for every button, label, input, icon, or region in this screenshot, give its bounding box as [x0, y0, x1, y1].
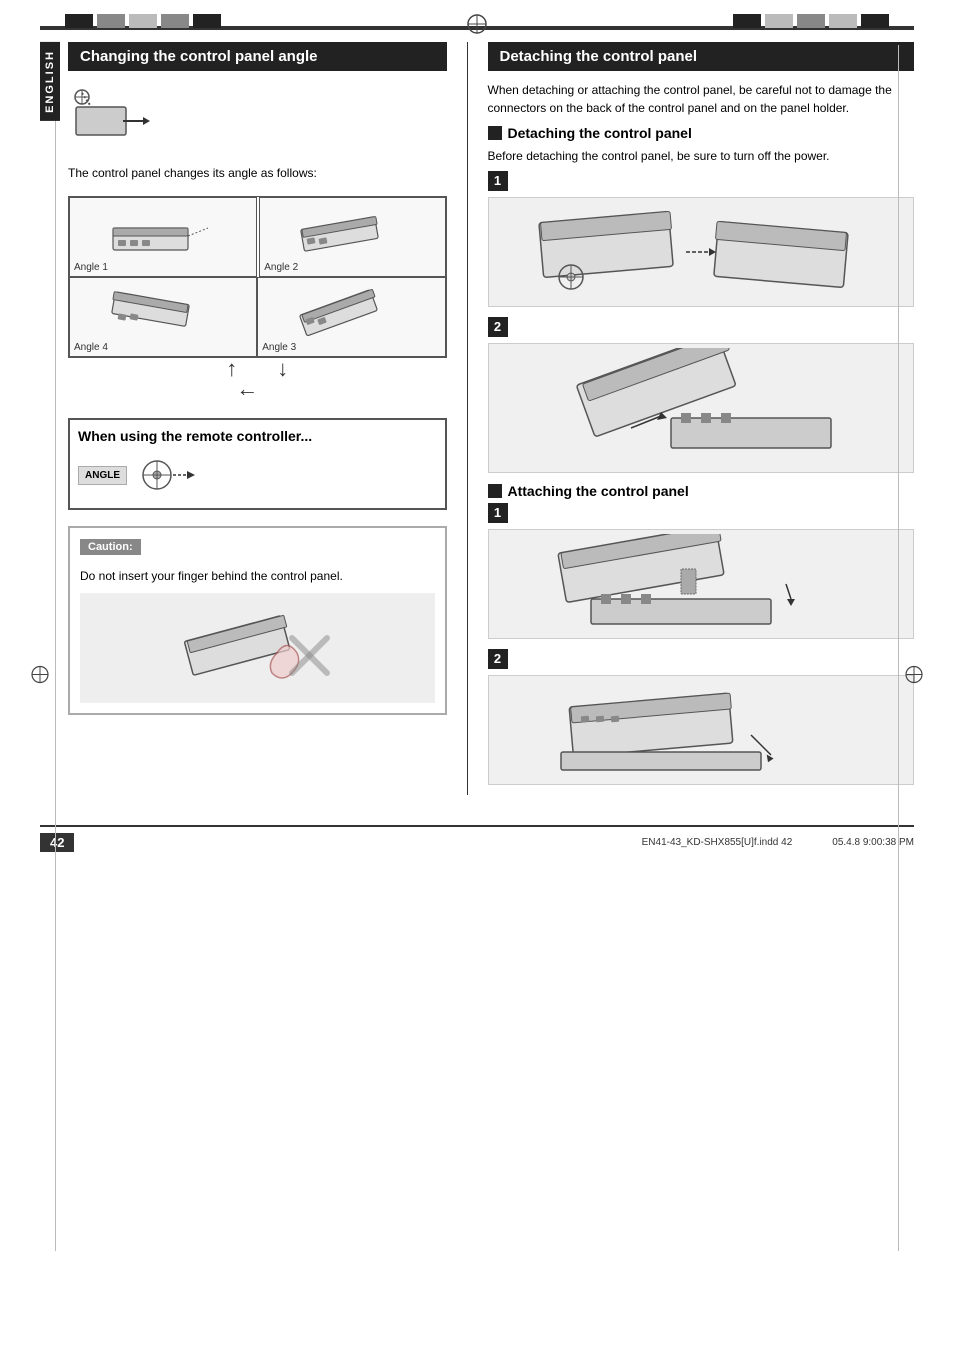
left-column: Changing the control panel angle The [68, 42, 467, 795]
detach-title-text: Detaching the control panel [508, 125, 692, 141]
remote-box-title: When using the remote controller... [78, 428, 437, 444]
right-column: Detaching the control panel When detachi… [467, 42, 915, 795]
detach-title-square [488, 126, 502, 140]
angle-2-inner: Angle 2 [259, 197, 445, 277]
angle-intro-text: The control panel changes its angle as f… [68, 164, 447, 182]
attach-step-2-number: 2 [488, 649, 508, 669]
attach-title-square [488, 484, 502, 498]
angle-adjuster-illustration [68, 87, 158, 152]
attach-step-1-illustration [488, 529, 915, 639]
detach-step-2-number: 2 [488, 317, 508, 337]
angle-2-label: Angle 2 [264, 262, 298, 273]
bar-block-4 [161, 14, 189, 28]
attach-step-2-illustration [488, 675, 915, 785]
remote-illustration: ANGLE [78, 450, 437, 500]
center-crosshair [465, 12, 489, 39]
caution-box: Caution: Do not insert your finger behin… [68, 526, 447, 715]
bar-block-1 [65, 14, 93, 28]
detach-intro-text: When detaching or attaching the control … [488, 81, 915, 117]
detach-step-1-number: 1 [488, 171, 508, 191]
remote-controller-box: When using the remote controller... ANGL… [68, 418, 447, 510]
attach-step-2-row: 2 [488, 649, 915, 669]
detach-before-text: Before detaching the control panel, be s… [488, 147, 915, 165]
bar-block-2 [97, 14, 125, 28]
footer-bar: 42 EN41-43_KD-SHX855[U]f.indd 42 05.4.8 … [0, 827, 954, 858]
right-section-title: Detaching the control panel [488, 42, 915, 71]
detach-step-2-row: 2 [488, 317, 915, 337]
angle-1-cell: Angle 1 [69, 197, 257, 277]
attach-subsection-title: Attaching the control panel [488, 483, 915, 499]
bar-block-r4 [829, 14, 857, 28]
caution-text: Do not insert your finger behind the con… [80, 567, 435, 585]
footer-file-info: EN41-43_KD-SHX855[U]f.indd 42 [642, 837, 793, 848]
bar-block-5 [193, 14, 221, 28]
bar-block-r3 [797, 14, 825, 28]
caution-illustration [80, 593, 435, 703]
footer-timestamp: 05.4.8 9:00:38 PM [832, 837, 914, 848]
attach-step-1-number: 1 [488, 503, 508, 523]
angle-left-arrow: ← [68, 376, 447, 402]
detach-step-2-illustration [488, 343, 915, 473]
left-margin-line [55, 45, 56, 1251]
left-wrapper: ENGLISH Changing the control panel angle [40, 42, 467, 795]
page-number: 42 [40, 833, 74, 852]
angle-1-label: Angle 1 [74, 262, 108, 273]
right-crosshair-marker [904, 664, 924, 687]
footer-area: 42 EN41-43_KD-SHX855[U]f.indd 42 05.4.8 … [0, 825, 954, 858]
caution-label: Caution: [80, 539, 141, 555]
angle-button-label: ANGLE [78, 466, 127, 485]
angle-3-cell: Angle 3 [257, 277, 445, 357]
angle-4-label: Angle 4 [74, 342, 108, 353]
bar-block-r1 [733, 14, 761, 28]
bar-block-r2 [765, 14, 793, 28]
bar-block-3 [129, 14, 157, 28]
attach-title-text: Attaching the control panel [508, 483, 689, 499]
right-margin-line [898, 45, 899, 1251]
footer-info: EN41-43_KD-SHX855[U]f.indd 42 05.4.8 9:0… [642, 837, 914, 848]
angle-3-label: Angle 3 [262, 342, 296, 353]
left-section-title: Changing the control panel angle [68, 42, 447, 71]
detach-subsection-title: Detaching the control panel [488, 125, 915, 141]
angle-grid: Angle 1 Angle 2 [68, 196, 447, 358]
sidebar-label: ENGLISH [40, 42, 60, 121]
detach-step-1-row: 1 [488, 171, 915, 191]
angle-4-cell: Angle 4 [69, 277, 257, 357]
angle-2-cell: Angle 2 [257, 197, 445, 277]
bar-block-r5 [861, 14, 889, 28]
left-crosshair-marker [30, 664, 50, 687]
top-decorative-bar [0, 0, 954, 26]
detach-step-1-illustration [488, 197, 915, 307]
main-content: ENGLISH Changing the control panel angle [0, 42, 954, 795]
attach-step-1-row: 1 [488, 503, 915, 523]
